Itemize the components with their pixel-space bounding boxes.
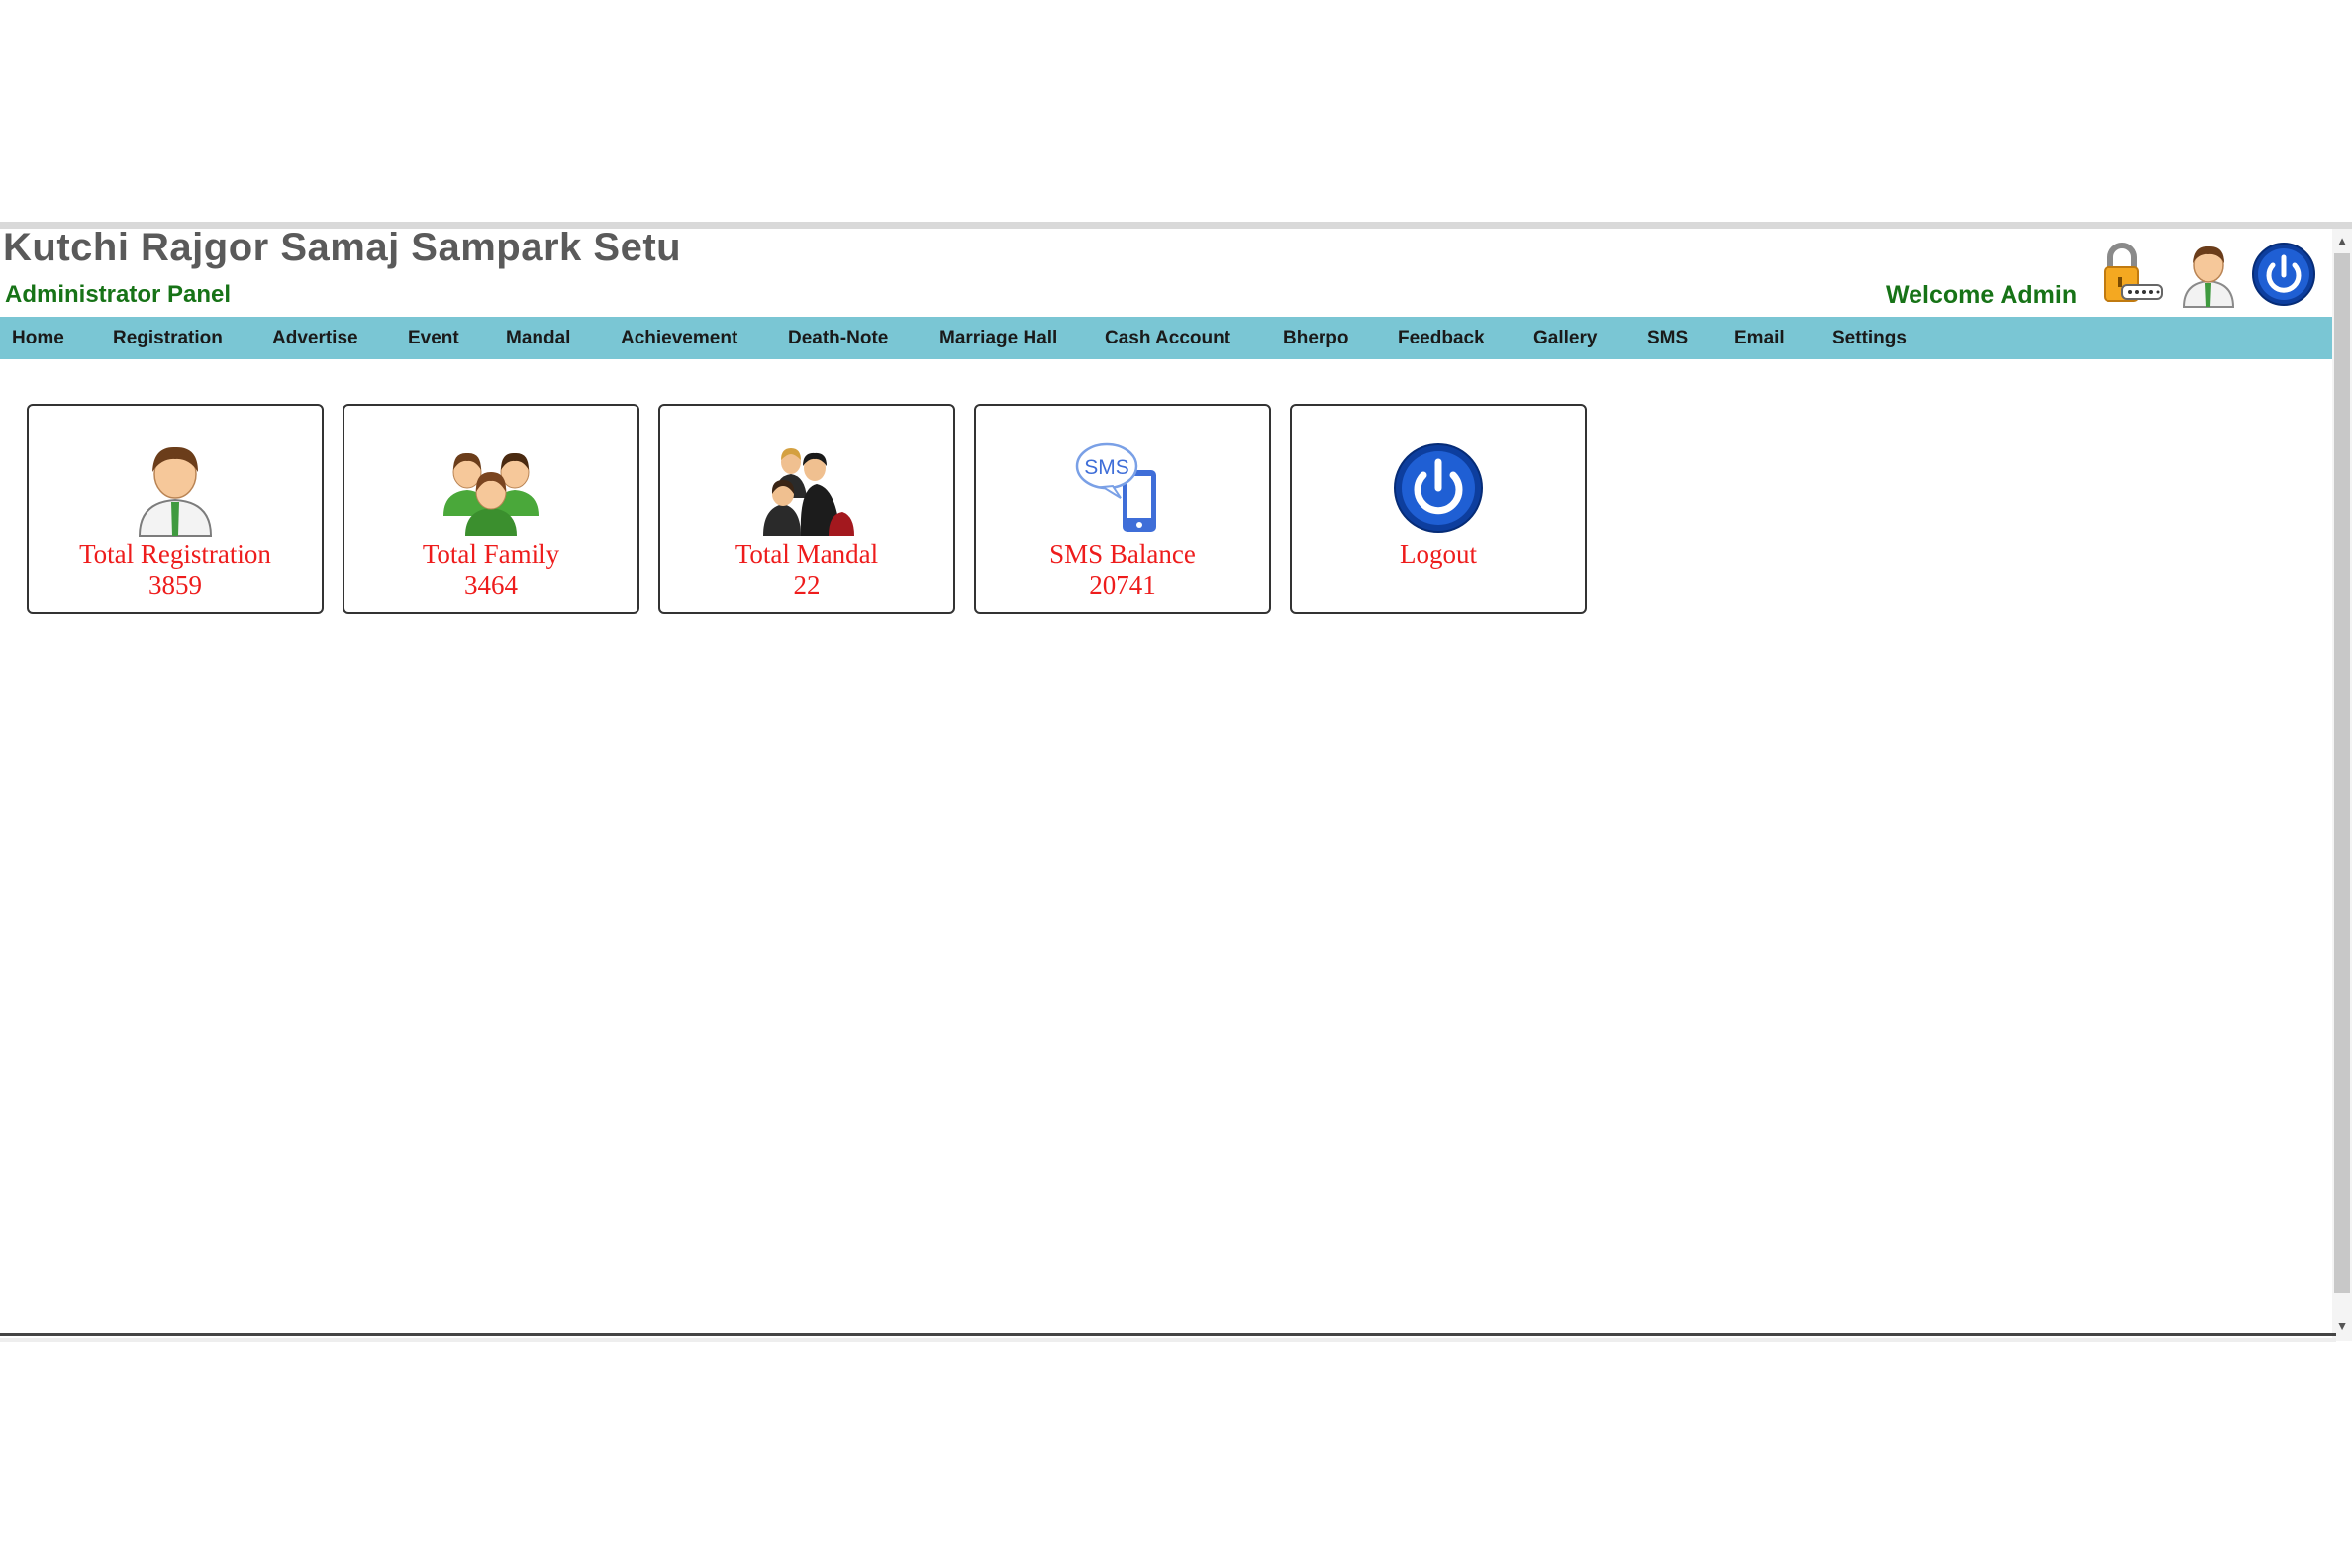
card-label: SMS Balance	[1049, 539, 1196, 569]
nav-item-bherpo[interactable]: Bherpo	[1283, 317, 1349, 359]
nav-item-death-note[interactable]: Death-Note	[788, 317, 888, 359]
nav-item-sms[interactable]: SMS	[1647, 317, 1688, 359]
nav-item-home[interactable]: Home	[12, 317, 64, 359]
nav-item-registration[interactable]: Registration	[113, 317, 223, 359]
scrollbar-thumb[interactable]	[2334, 253, 2350, 1293]
footer-divider	[0, 1333, 2336, 1336]
power-icon	[1394, 443, 1483, 533]
panel-subtitle: Administrator Panel	[5, 281, 232, 308]
card-label: Total Registration	[79, 539, 271, 569]
card-sms-balance[interactable]: SMS SMS Balance 20741	[974, 404, 1271, 614]
site-title: Kutchi Rajgor Samaj Sampark Setu	[3, 226, 682, 269]
card-value: 3464	[464, 570, 518, 600]
nav-item-cash-account[interactable]: Cash Account	[1105, 317, 1230, 359]
sms-phone-icon: SMS	[1075, 442, 1156, 532]
nav-item-achievement[interactable]: Achievement	[621, 317, 737, 359]
svg-text:SMS: SMS	[1084, 456, 1129, 479]
page-frame	[0, 222, 2352, 1345]
power-icon[interactable]	[2249, 240, 2318, 309]
nav-item-settings[interactable]: Settings	[1832, 317, 1907, 359]
card-value: 3859	[148, 570, 202, 600]
main-nav: Home Registration Advertise Event Mandal…	[0, 317, 2332, 359]
lock-icon[interactable]	[2097, 240, 2166, 309]
card-total-registration[interactable]: Total Registration 3859	[27, 404, 324, 614]
user-icon	[138, 446, 213, 537]
card-label: Total Family	[422, 539, 560, 569]
scroll-up-arrow-icon[interactable]: ▲	[2332, 232, 2352, 251]
card-value: 20741	[1089, 570, 1156, 600]
nav-item-feedback[interactable]: Feedback	[1398, 317, 1485, 359]
nav-item-gallery[interactable]: Gallery	[1533, 317, 1597, 359]
family-icon	[443, 452, 539, 536]
card-total-family[interactable]: Total Family 3464	[343, 404, 639, 614]
card-logout[interactable]: Logout	[1290, 404, 1587, 614]
nav-item-event[interactable]: Event	[408, 317, 459, 359]
nav-item-mandal[interactable]: Mandal	[506, 317, 570, 359]
card-total-mandal[interactable]: Total Mandal 22	[658, 404, 955, 614]
card-value: 22	[793, 570, 821, 600]
nav-item-marriage-hall[interactable]: Marriage Hall	[939, 317, 1057, 359]
nav-item-email[interactable]: Email	[1734, 317, 1785, 359]
footer-shadow	[0, 1338, 2336, 1342]
group-icon	[763, 448, 854, 536]
welcome-text: Welcome Admin	[1886, 281, 2078, 309]
card-label: Logout	[1400, 539, 1477, 569]
card-label: Total Mandal	[735, 539, 879, 569]
user-icon[interactable]	[2174, 240, 2243, 309]
nav-item-advertise[interactable]: Advertise	[272, 317, 358, 359]
